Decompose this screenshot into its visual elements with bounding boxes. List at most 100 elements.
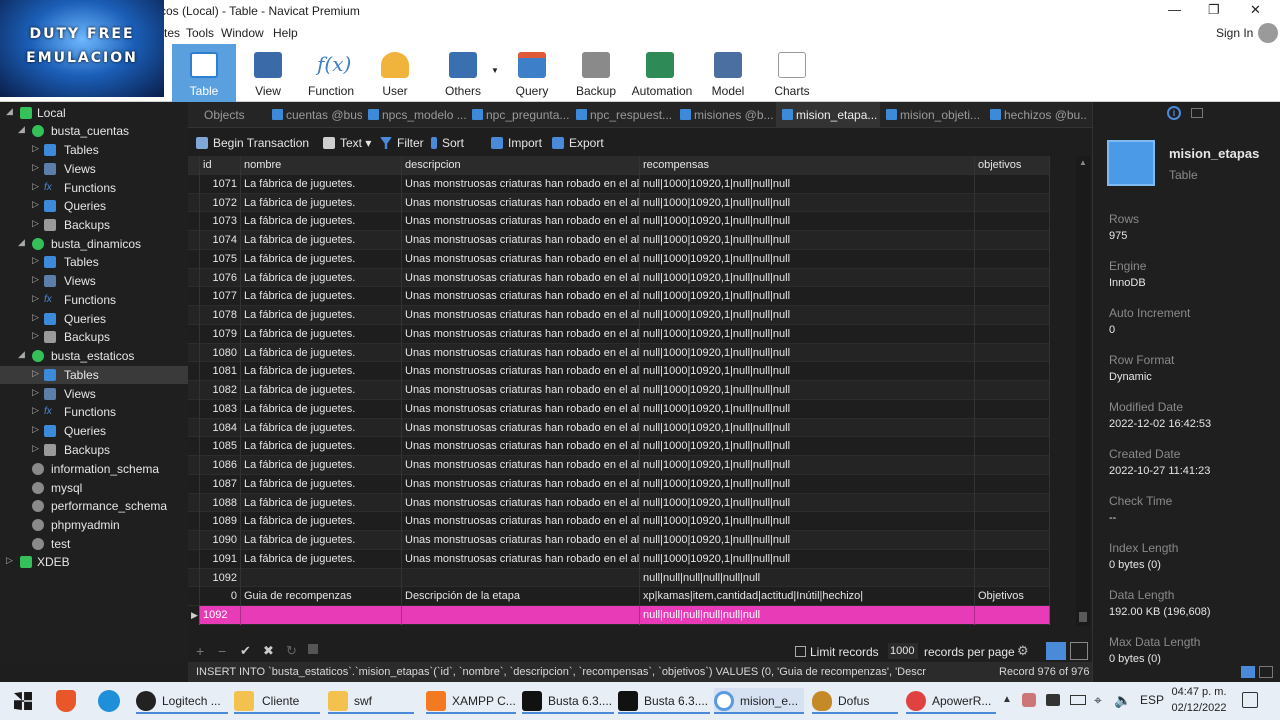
tree-views[interactable]: ▷ Views [0, 160, 188, 178]
cell-recompensas[interactable]: null|1000|10920,1|null|null|null [640, 549, 975, 569]
tree-db-information-schema[interactable]: information_schema [0, 460, 188, 478]
tab-npc-pregunta[interactable]: npc_pregunta... [466, 102, 570, 128]
cell-descripcion[interactable]: Unas monstruosas criaturas han robado en… [402, 362, 640, 381]
column-header-descripcion[interactable]: descripcion [402, 156, 640, 175]
toolbar-view-button[interactable]: View [236, 44, 300, 102]
cell-id[interactable]: 1080 [200, 343, 241, 363]
cell-id[interactable]: 1087 [200, 474, 241, 494]
chevron-right-icon[interactable]: ▷ [32, 218, 39, 229]
table-row[interactable]: 1079 La fábrica de juguetes. Unas monstruo… [188, 324, 1050, 344]
cell-recompensas[interactable]: null|1000|10920,1|null|null|null [640, 212, 975, 231]
cell-nombre[interactable]: La fábrica de juguetes. [241, 268, 402, 288]
notification-icon[interactable] [1242, 692, 1258, 708]
chevron-right-icon[interactable]: ▷ [32, 255, 39, 266]
cell-id[interactable]: 1090 [200, 531, 241, 550]
cell-objetivos[interactable] [975, 343, 1050, 363]
tree-xdeb[interactable]: ▷ XDEB [0, 553, 188, 571]
cell-recompensas[interactable]: null|1000|10920,1|null|null|null [640, 231, 975, 250]
cell-objetivos[interactable] [975, 287, 1050, 306]
table-row[interactable]: 1085 La fábrica de juguetes. Unas monstruo… [188, 437, 1050, 456]
cell-recompensas[interactable]: null|1000|10920,1|null|null|null [640, 306, 975, 325]
delete-record-icon[interactable]: − [218, 643, 226, 659]
taskbar-apowerrec[interactable]: ApowerR... [906, 688, 996, 714]
chevron-down-icon[interactable]: ◢ [18, 124, 25, 135]
cell-id[interactable]: 1073 [200, 212, 241, 231]
wifi-icon[interactable]: ⌖ [1094, 692, 1102, 709]
menu-item-tools[interactable]: Tools [186, 26, 214, 40]
toolbar-table-button[interactable]: Table [172, 44, 236, 102]
cell-recompensas[interactable]: null|1000|10920,1|null|null|null [640, 324, 975, 344]
cell-nombre[interactable]: La fábrica de juguetes. [241, 249, 402, 269]
tree-tables[interactable]: ▷ Tables [0, 141, 188, 159]
tree-db-test[interactable]: test [0, 535, 188, 553]
form-view-icon[interactable] [1070, 642, 1088, 660]
table-row[interactable]: 1082 La fábrica de juguetes. Unas monstruo… [188, 381, 1050, 400]
chevron-down-icon[interactable]: ◢ [18, 237, 25, 248]
toolbar-user-button[interactable]: User [363, 44, 427, 102]
cell-nombre[interactable]: La fábrica de juguetes. [241, 493, 402, 513]
table-row-selected[interactable]: ▶ 1092 null|null|null|null|null|null [188, 606, 1050, 625]
cell-id[interactable]: 1072 [200, 193, 241, 213]
cell-nombre[interactable]: La fábrica de juguetes. [241, 287, 402, 306]
toolbar-query-button[interactable]: Query [500, 44, 564, 102]
tab-misiones[interactable]: misiones @b... [674, 102, 776, 128]
discard-icon[interactable]: ✖ [263, 643, 274, 659]
cell-objetivos[interactable] [975, 212, 1050, 231]
cell-descripcion[interactable]: Unas monstruosas criaturas han robado en… [402, 324, 640, 344]
cell-descripcion[interactable]: Unas monstruosas criaturas han robado en… [402, 268, 640, 288]
minimize-icon[interactable]: — [1168, 2, 1181, 17]
cell-id[interactable]: 1083 [200, 399, 241, 419]
cell-objetivos[interactable] [975, 231, 1050, 250]
cell-objetivos[interactable] [975, 456, 1050, 475]
cell-recompensas[interactable]: null|1000|10920,1|null|null|null [640, 362, 975, 381]
chevron-right-icon[interactable]: ▷ [32, 368, 39, 379]
chevron-down-icon[interactable]: ◢ [6, 106, 13, 117]
cell-descripcion[interactable]: Unas monstruosas criaturas han robado en… [402, 249, 640, 269]
cell-objetivos[interactable] [975, 512, 1050, 531]
taskbar-busta-2[interactable]: Busta 6.3.... [618, 688, 710, 714]
cell-objetivos[interactable] [975, 324, 1050, 344]
taskbar-swf[interactable]: swf [328, 688, 414, 714]
export-button[interactable]: Export [552, 136, 604, 150]
table-row[interactable]: 1084 La fábrica de juguetes. Unas monstruo… [188, 418, 1050, 438]
cell-recompensas[interactable]: null|1000|10920,1|null|null|null [640, 268, 975, 288]
tab-mision-objetivos[interactable]: mision_objeti... [880, 102, 984, 128]
chevron-right-icon[interactable]: ▷ [32, 424, 39, 435]
cell-id[interactable]: 1092 [200, 606, 241, 625]
cell-id[interactable]: 1078 [200, 306, 241, 325]
cell-descripcion[interactable]: Unas monstruosas criaturas han robado en… [402, 512, 640, 531]
cell-descripcion[interactable]: Unas monstruosas criaturas han robado en… [402, 493, 640, 513]
table-row[interactable]: 1081 La fábrica de juguetes. Unas monstruo… [188, 362, 1050, 381]
cell-objetivos[interactable] [975, 268, 1050, 288]
cell-nombre[interactable] [241, 568, 402, 588]
limit-records-checkbox[interactable] [795, 646, 806, 657]
cell-nombre[interactable]: La fábrica de juguetes. [241, 474, 402, 494]
tab-hechizos[interactable]: hechizos @bu... [984, 102, 1088, 128]
menu-item-window[interactable]: Window [221, 26, 264, 40]
cell-descripcion[interactable]: Unas monstruosas criaturas han robado en… [402, 437, 640, 456]
column-header-recompensas[interactable]: recompensas [640, 156, 975, 175]
cell-descripcion[interactable]: Unas monstruosas criaturas han robado en… [402, 399, 640, 419]
table-row[interactable]: 1090 La fábrica de juguetes. Unas monstruo… [188, 531, 1050, 550]
cell-id[interactable]: 1084 [200, 418, 241, 438]
cell-objetivos[interactable] [975, 306, 1050, 325]
cell-nombre[interactable]: La fábrica de juguetes. [241, 399, 402, 419]
windows-start-icon[interactable] [14, 692, 32, 710]
tree-backups[interactable]: ▷ Backups [0, 216, 188, 234]
cell-nombre[interactable]: La fábrica de juguetes. [241, 193, 402, 213]
taskbar-navicat[interactable]: mision_e... [714, 688, 804, 714]
chevron-right-icon[interactable]: ▷ [32, 143, 39, 154]
cell-nombre[interactable]: Guia de recompenzas [241, 587, 402, 606]
info-icon[interactable]: i [1167, 106, 1181, 120]
chevron-right-icon[interactable]: ▷ [32, 274, 39, 285]
taskbar-logitech[interactable]: Logitech ... [136, 688, 228, 714]
grid-scrollbar[interactable]: ▲ [1076, 156, 1090, 626]
cell-recompensas[interactable]: null|1000|10920,1|null|null|null [640, 512, 975, 531]
table-row[interactable]: 1074 La fábrica de juguetes. Unas monstruo… [188, 231, 1050, 250]
tree-db-busta-dinamicos[interactable]: ◢ busta_dinamicos [0, 235, 188, 253]
column-header-nombre[interactable]: nombre [241, 156, 402, 175]
tree-queries[interactable]: ▷ Queries [0, 197, 188, 215]
cell-descripcion[interactable]: Unas monstruosas criaturas han robado en… [402, 231, 640, 250]
tree-queries[interactable]: ▷ Queries [0, 310, 188, 328]
brave-icon[interactable] [56, 690, 76, 712]
